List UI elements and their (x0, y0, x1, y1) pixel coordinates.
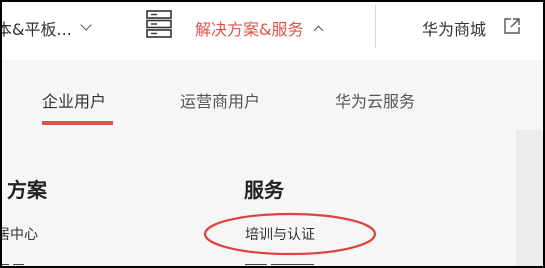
nav-laptops-label: 本&平板... (0, 19, 72, 39)
screenshot-frame: 本&平板... 解决方案&服务 华为商城 企业用户 运营商用户 华为云服务 方案… (0, 0, 545, 268)
nav-solutions-label: 解决方案&服务 (195, 19, 304, 39)
partial-text-services: ▔▔ ▔▔▔▔ (245, 264, 314, 266)
solutions-link[interactable]: 居中心 (2, 224, 38, 244)
scrollbar-track[interactable] (516, 130, 543, 266)
external-link-icon[interactable] (503, 17, 521, 35)
highlight-ellipse-annotation (203, 212, 377, 256)
top-navigation: 本&平板... 解决方案&服务 华为商城 (2, 2, 543, 53)
solutions-column-title: 方案 (7, 178, 47, 202)
nav-huawei-mall[interactable]: 华为商城 (422, 2, 486, 53)
chevron-down-icon (80, 19, 92, 31)
services-column-title: 服务 (244, 178, 284, 202)
server-icon[interactable] (145, 9, 173, 39)
nav-laptops-tablets[interactable]: 本&平板... (0, 2, 92, 53)
tab-huawei-cloud[interactable]: 华为云服务 (335, 88, 415, 112)
partial-text-left: ▔ ▔ (2, 264, 24, 266)
nav-divider (375, 5, 376, 48)
active-tab-indicator (42, 121, 113, 125)
nav-mall-label: 华为商城 (422, 19, 487, 39)
chevron-up-icon (314, 25, 324, 35)
nav-solutions-services[interactable]: 解决方案&服务 (195, 2, 324, 53)
tab-enterprise-users[interactable]: 企业用户 (42, 88, 106, 112)
tab-carrier-users[interactable]: 运营商用户 (180, 88, 260, 112)
